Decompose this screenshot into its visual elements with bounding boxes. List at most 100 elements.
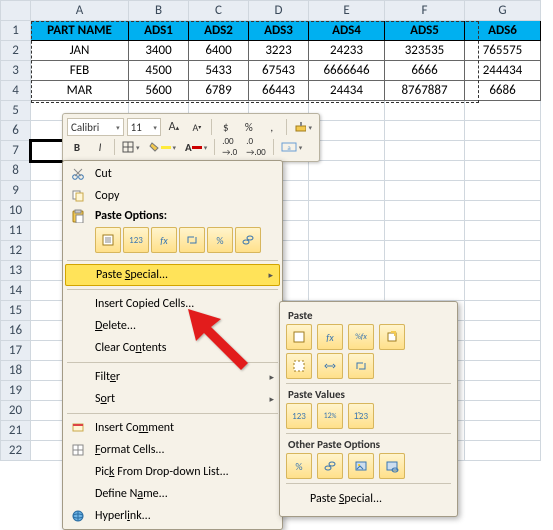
cell-C1[interactable]: ADS2: [189, 21, 249, 41]
sub-linked-picture[interactable]: [379, 453, 405, 479]
menu-insert-comment[interactable]: Insert Comment: [65, 417, 280, 439]
menu-filter[interactable]: Filter: [65, 366, 280, 388]
sub-paste-special-dialog[interactable]: Paste Special...: [286, 488, 451, 510]
col-header-A[interactable]: A: [31, 1, 129, 21]
cell-G1[interactable]: ADS6: [465, 21, 541, 41]
format-painter-button[interactable]: [291, 118, 315, 136]
row-header-17[interactable]: 17: [1, 341, 31, 361]
cell-E2[interactable]: 24233: [309, 41, 385, 61]
font-color-button[interactable]: A: [182, 138, 210, 156]
percent-format-button[interactable]: %: [239, 118, 259, 136]
col-header-G[interactable]: G: [465, 1, 541, 21]
paste-transpose-button[interactable]: [179, 227, 205, 253]
paste-values-button[interactable]: 123: [123, 227, 149, 253]
row-header-22[interactable]: 22: [1, 441, 31, 461]
bold-button[interactable]: B: [67, 138, 87, 156]
cell-F1[interactable]: ADS5: [385, 21, 465, 41]
cell-F2[interactable]: 323535: [385, 41, 465, 61]
row-header-9[interactable]: 9: [1, 181, 31, 201]
col-header-D[interactable]: D: [249, 1, 309, 21]
row-header-15[interactable]: 15: [1, 301, 31, 321]
col-header-C[interactable]: C: [189, 1, 249, 21]
row-header-2[interactable]: 2: [1, 41, 31, 61]
cell-B3[interactable]: 4500: [129, 61, 189, 81]
cell-A4[interactable]: MAR: [31, 81, 129, 101]
decrease-decimal-button[interactable]: .00→.0: [219, 138, 240, 156]
cell-E3[interactable]: 6666646: [309, 61, 385, 81]
cell-B1[interactable]: ADS1: [129, 21, 189, 41]
row-header-8[interactable]: 8: [1, 161, 31, 181]
menu-cut[interactable]: Cut: [65, 163, 280, 185]
cell-D3[interactable]: 67543: [249, 61, 309, 81]
italic-button[interactable]: I: [90, 138, 110, 156]
col-header-E[interactable]: E: [309, 1, 385, 21]
col-header-F[interactable]: F: [385, 1, 465, 21]
cell-F4[interactable]: 8767887: [385, 81, 465, 101]
menu-delete[interactable]: Delete...: [65, 315, 280, 337]
accounting-format-button[interactable]: $: [216, 118, 236, 136]
cell-C4[interactable]: 6789: [189, 81, 249, 101]
row-header-1[interactable]: 1: [1, 21, 31, 41]
sub-picture[interactable]: [348, 453, 374, 479]
cell-A2[interactable]: JAN: [31, 41, 129, 61]
cell-G3[interactable]: 244434: [465, 61, 541, 81]
cell-E1[interactable]: ADS4: [309, 21, 385, 41]
row-header-6[interactable]: 6: [1, 121, 31, 141]
increase-decimal-button[interactable]: .0→.00: [243, 138, 269, 156]
row-header-18[interactable]: 18: [1, 361, 31, 381]
menu-hyperlink[interactable]: Hyperlink...: [65, 505, 280, 527]
cell-B4[interactable]: 5600: [129, 81, 189, 101]
sub-paste-keep-src-fmt[interactable]: [379, 324, 405, 350]
row-header-20[interactable]: 20: [1, 401, 31, 421]
menu-paste-special[interactable]: Paste Special...: [65, 264, 280, 286]
menu-sort[interactable]: Sort: [65, 388, 280, 410]
sub-paste-col-widths[interactable]: [317, 353, 343, 379]
sub-paste-link[interactable]: [317, 453, 343, 479]
menu-define-name[interactable]: Define Name...: [65, 483, 280, 505]
sub-values-src-fmt[interactable]: 1̂23: [348, 403, 374, 429]
row-header-12[interactable]: 12: [1, 241, 31, 261]
font-size-combo[interactable]: 11: [127, 118, 161, 136]
menu-copy[interactable]: Copy: [65, 185, 280, 207]
sub-paste-transpose[interactable]: [348, 353, 374, 379]
paste-formulas-button[interactable]: fx: [151, 227, 177, 253]
paste-all-button[interactable]: [95, 227, 121, 253]
row-header-3[interactable]: 3: [1, 61, 31, 81]
row-header-7[interactable]: 7: [1, 141, 31, 161]
menu-format-cells[interactable]: Format Cells...: [65, 439, 280, 461]
row-header-19[interactable]: 19: [1, 381, 31, 401]
sub-paste-all[interactable]: [286, 324, 312, 350]
merge-center-button[interactable]: a: [278, 138, 306, 156]
cell-G2[interactable]: 765575: [465, 41, 541, 61]
paste-formatting-button[interactable]: %: [207, 227, 233, 253]
col-header-B[interactable]: B: [129, 1, 189, 21]
menu-clear-contents[interactable]: Clear Contents: [65, 337, 280, 359]
row-header-13[interactable]: 13: [1, 261, 31, 281]
cell-G4[interactable]: 6686: [465, 81, 541, 101]
menu-insert-copied[interactable]: Insert Copied Cells...: [65, 293, 280, 315]
row-header-10[interactable]: 10: [1, 201, 31, 221]
sub-paste-formulas[interactable]: fx: [317, 324, 343, 350]
select-all-corner[interactable]: [1, 1, 31, 21]
cell-C2[interactable]: 6400: [189, 41, 249, 61]
cell-C3[interactable]: 5433: [189, 61, 249, 81]
row-header-5[interactable]: 5: [1, 101, 31, 121]
row-header-4[interactable]: 4: [1, 81, 31, 101]
row-header-14[interactable]: 14: [1, 281, 31, 301]
shrink-font-button[interactable]: A▾: [187, 118, 207, 136]
fill-color-button[interactable]: [146, 138, 180, 156]
cell-A3[interactable]: FEB: [31, 61, 129, 81]
grow-font-button[interactable]: A▴: [164, 118, 184, 136]
cell-A1[interactable]: PART NAME: [31, 21, 129, 41]
row-header-11[interactable]: 11: [1, 221, 31, 241]
sub-paste-formulas-num[interactable]: %fx: [348, 324, 374, 350]
cell-D1[interactable]: ADS3: [249, 21, 309, 41]
menu-pick-from-list[interactable]: Pick From Drop-down List...: [65, 461, 280, 483]
comma-format-button[interactable]: ,: [262, 118, 282, 136]
borders-button[interactable]: [119, 138, 143, 156]
paste-link-button[interactable]: [235, 227, 261, 253]
row-header-16[interactable]: 16: [1, 321, 31, 341]
font-name-combo[interactable]: Calibri: [67, 118, 124, 136]
sub-values-num[interactable]: 12%: [317, 403, 343, 429]
cell-D4[interactable]: 66443: [249, 81, 309, 101]
